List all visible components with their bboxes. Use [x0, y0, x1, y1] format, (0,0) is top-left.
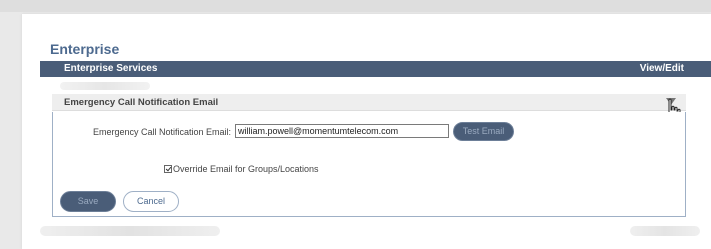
blurred-placeholder-bottom	[40, 226, 220, 236]
section-header[interactable]: Emergency Call Notification Email	[52, 94, 686, 111]
blurred-placeholder-bottom-right	[630, 226, 700, 236]
enterprise-services-bar: Enterprise Services View/Edit	[40, 61, 711, 77]
cancel-button[interactable]: Cancel	[123, 191, 179, 212]
view-edit-link[interactable]: View/Edit	[640, 63, 684, 74]
test-email-button[interactable]: Test Email	[453, 122, 514, 141]
override-option: Override Email for Groups/Locations	[164, 164, 319, 174]
email-field[interactable]	[235, 124, 449, 138]
top-shade	[0, 0, 711, 12]
page-title: Enterprise	[50, 41, 120, 57]
save-button[interactable]: Save	[60, 191, 116, 212]
section-title: Emergency Call Notification Email	[64, 97, 219, 108]
override-checkbox[interactable]	[164, 165, 172, 173]
email-label: Emergency Call Notification Email:	[93, 127, 232, 137]
override-label: Override Email for Groups/Locations	[173, 164, 319, 174]
blurred-placeholder	[60, 82, 150, 90]
services-bar-label: Enterprise Services	[64, 63, 158, 74]
